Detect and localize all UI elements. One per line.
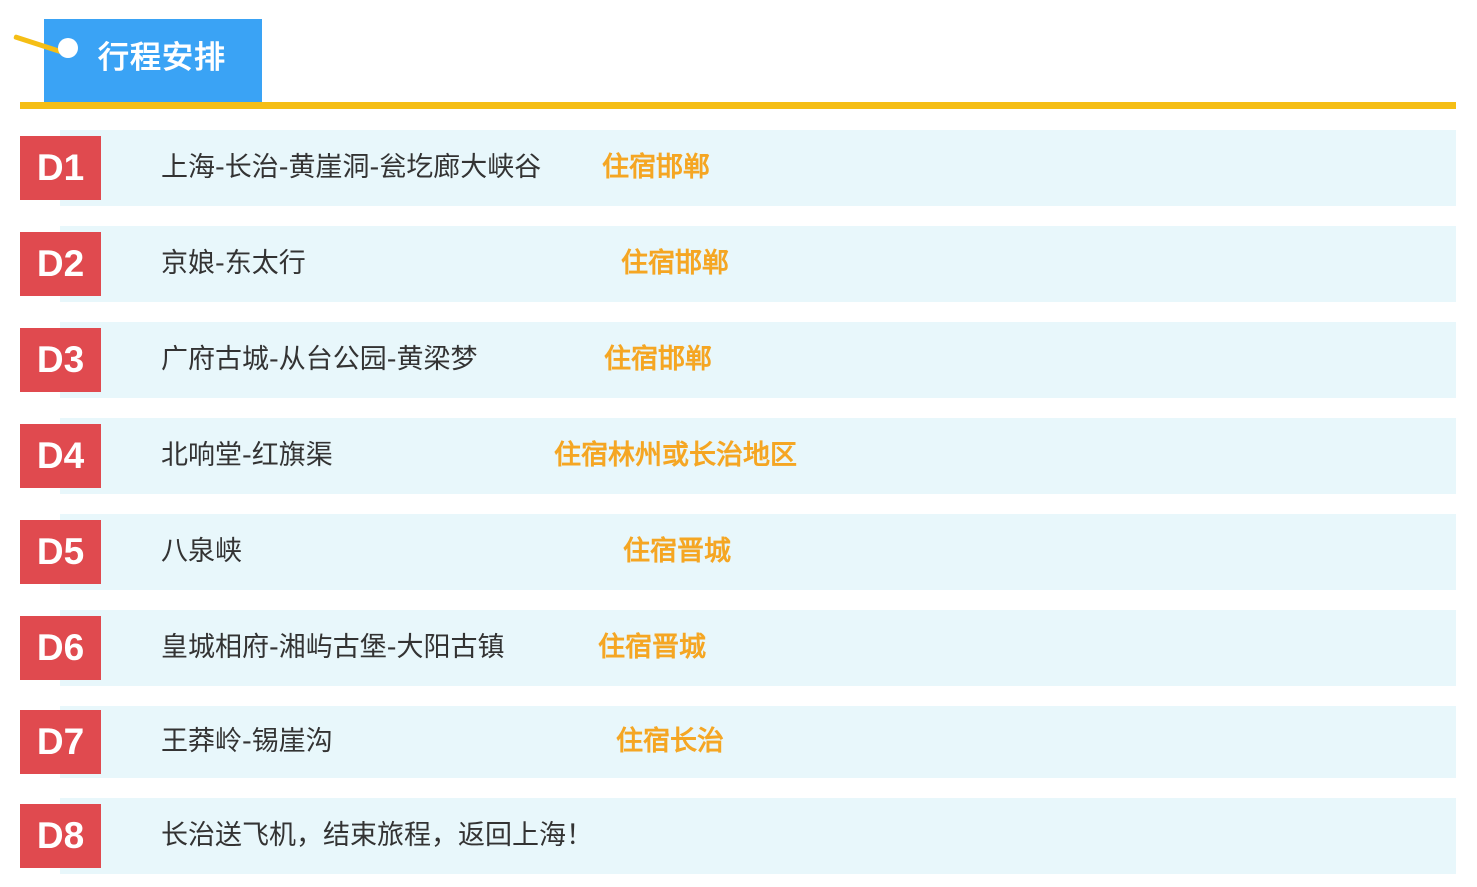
- stay-text: 住宿晋城: [598, 632, 706, 663]
- stay-text: 住宿晋城: [623, 536, 731, 567]
- itinerary-row-d3: D3 广府古城-从台公园-黄梁梦 住宿邯郸: [20, 322, 1456, 398]
- route-text: 八泉峡: [161, 536, 242, 567]
- day-badge: D5: [20, 520, 101, 584]
- route-text: 京娘-东太行: [161, 248, 306, 279]
- stay-text: 住宿邯郸: [602, 152, 710, 183]
- route-text: 皇城相府-湘屿古堡-大阳古镇: [161, 632, 505, 663]
- day-badge: D2: [20, 232, 101, 296]
- stay-text: 住宿邯郸: [621, 248, 729, 279]
- day-badge: D8: [20, 804, 101, 868]
- pin-dot-icon: [58, 38, 78, 58]
- route-text: 北响堂-红旗渠: [161, 440, 333, 471]
- route-text: 王莽岭-锡崖沟: [161, 726, 333, 757]
- section-header: 行程安排: [0, 0, 1477, 112]
- itinerary-row-d2: D2 京娘-东太行 住宿邯郸: [20, 226, 1456, 302]
- header-divider: [20, 102, 1456, 109]
- itinerary-row-d8: D8 长治送飞机，结束旅程，返回上海！: [20, 798, 1456, 874]
- stay-text: 住宿长治: [616, 726, 724, 757]
- itinerary-row-d5: D5 八泉峡 住宿晋城: [20, 514, 1456, 590]
- itinerary-row-d1: D1 上海-长治-黄崖洞-瓮圪廊大峡谷 住宿邯郸: [20, 130, 1456, 206]
- row-background: [60, 514, 1456, 590]
- stay-text: 住宿林州或长治地区: [554, 440, 797, 471]
- day-badge: D7: [20, 710, 101, 774]
- route-text: 上海-长治-黄崖洞-瓮圪廊大峡谷: [161, 152, 542, 183]
- itinerary-row-d6: D6 皇城相府-湘屿古堡-大阳古镇 住宿晋城: [20, 610, 1456, 686]
- route-text: 广府古城-从台公园-黄梁梦: [161, 344, 478, 375]
- itinerary-row-d7: D7 王莽岭-锡崖沟 住宿长治: [20, 706, 1456, 778]
- day-badge: D3: [20, 328, 101, 392]
- day-badge: D6: [20, 616, 101, 680]
- stay-text: 住宿邯郸: [604, 344, 712, 375]
- section-title: 行程安排: [98, 40, 226, 76]
- day-badge: D4: [20, 424, 101, 488]
- itinerary-row-d4: D4 北响堂-红旗渠 住宿林州或长治地区: [20, 418, 1456, 494]
- day-badge: D1: [20, 136, 101, 200]
- route-text: 长治送飞机，结束旅程，返回上海！: [161, 820, 593, 851]
